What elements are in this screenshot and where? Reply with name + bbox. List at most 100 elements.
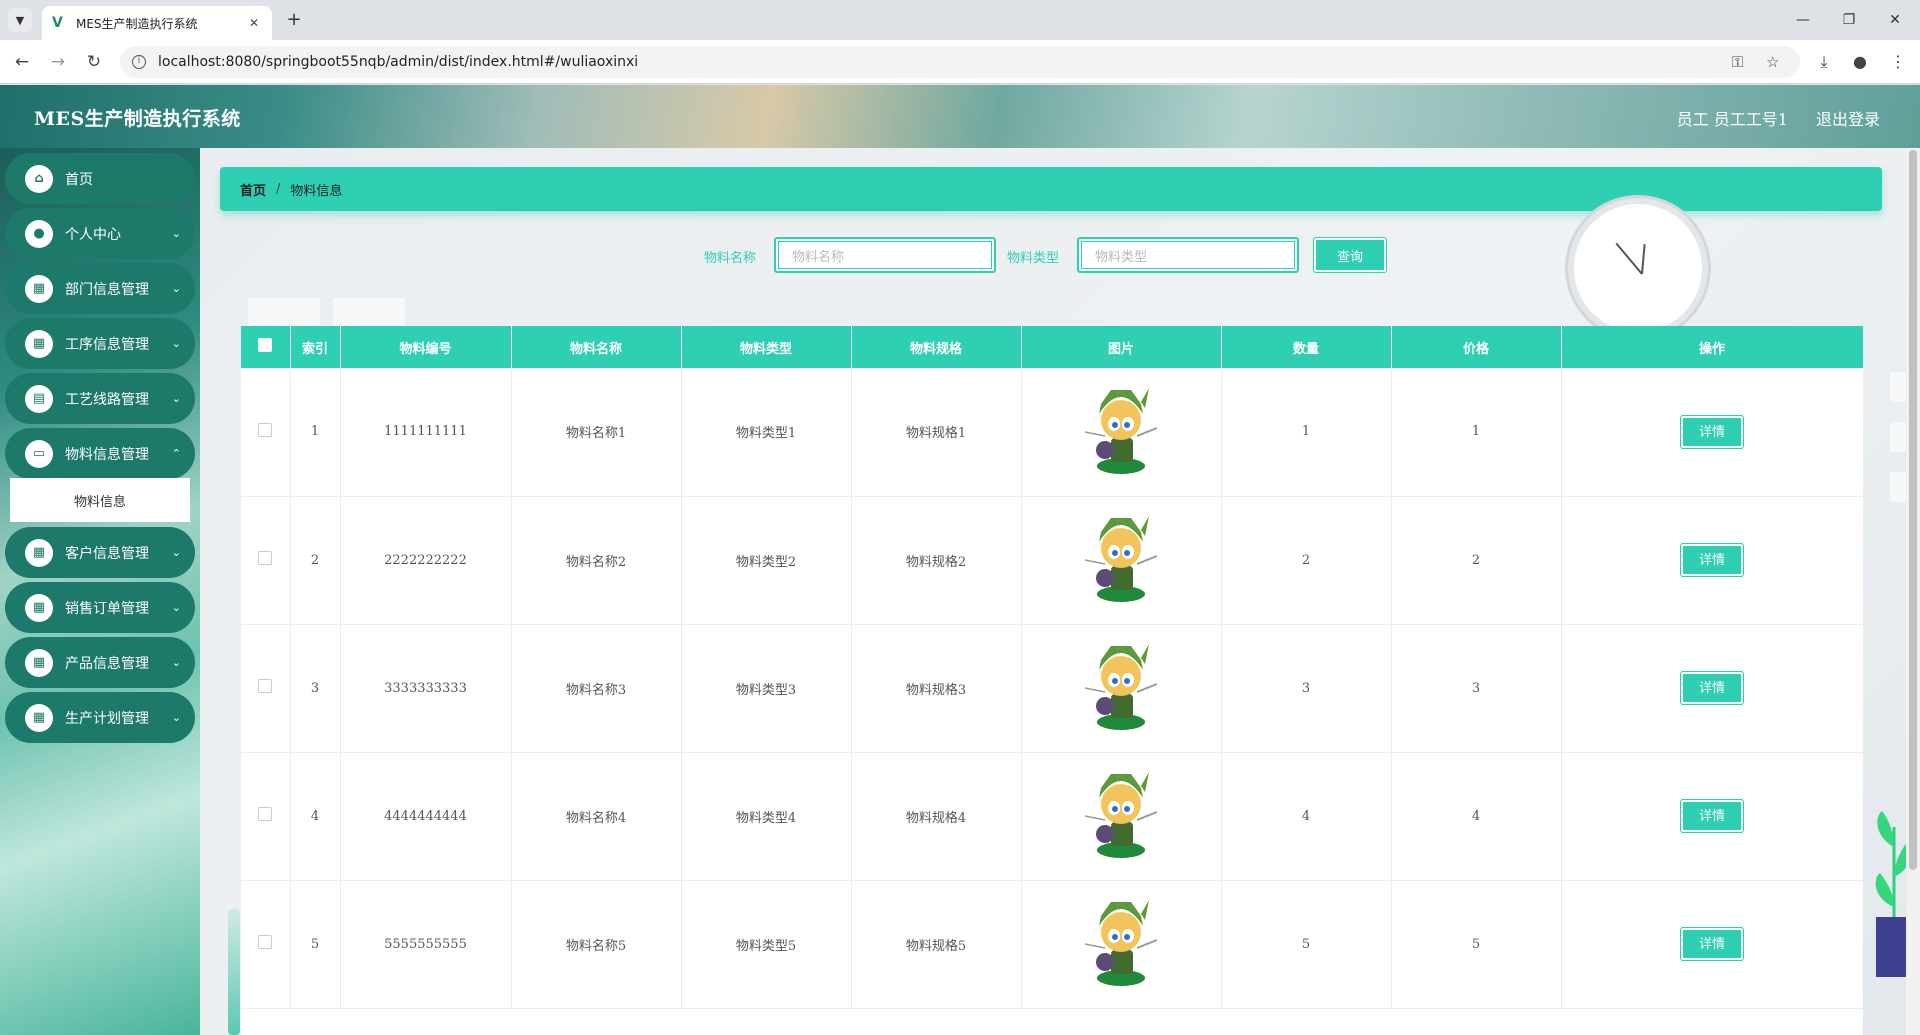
sidebar-item-product[interactable]: ▦ 产品信息管理 ⌄ xyxy=(5,637,195,688)
cell-type: 物料类型4 xyxy=(681,752,852,881)
table-row: 1 1111111111 物料名称1 物料类型1 物料规格1 1 1 详情 xyxy=(241,368,1863,497)
app-title: MES生产制造执行系统 xyxy=(34,108,241,130)
logout-link[interactable]: 退出登录 xyxy=(1816,106,1880,130)
cell-image xyxy=(1021,496,1222,625)
new-tab-button[interactable]: + xyxy=(282,8,306,32)
sidebar-item-material[interactable]: ▭ 物料信息管理 ⌃ xyxy=(5,428,195,479)
query-button[interactable]: 查询 xyxy=(1313,237,1387,273)
chevron-down-icon: ⌄ xyxy=(171,282,181,295)
cell-index: 1 xyxy=(290,368,341,497)
bookmark-star-icon[interactable]: ☆ xyxy=(1766,46,1779,78)
column-header: 物料类型 xyxy=(681,326,852,368)
material-table: 索引 物料编号 物料名称 物料类型 物料规格 图片 数量 价格 操作 1 111… xyxy=(241,326,1863,1035)
tab-title: MES生产制造执行系统 xyxy=(76,16,198,31)
material-type-input[interactable]: 物料类型 xyxy=(1077,237,1299,273)
row-select-cell[interactable] xyxy=(241,880,291,1009)
breadcrumb-home[interactable]: 首页 xyxy=(240,180,266,199)
page-scrollbar[interactable] xyxy=(1906,148,1920,1035)
row-checkbox[interactable] xyxy=(258,422,273,437)
minimize-button[interactable]: — xyxy=(1780,0,1826,40)
row-select-cell[interactable] xyxy=(241,752,291,881)
cell-name: 物料名称1 xyxy=(511,368,682,497)
cell-name: 物料名称3 xyxy=(511,624,682,753)
user-icon: ● xyxy=(25,219,53,248)
sidebar-item-department[interactable]: ▦ 部门信息管理 ⌄ xyxy=(5,263,195,314)
menu-kebab-icon[interactable]: ⋮ xyxy=(1886,50,1910,74)
sidebar-item-label: 客户信息管理 xyxy=(65,545,149,562)
cell-index: 5 xyxy=(290,880,341,1009)
reload-button[interactable]: ↻ xyxy=(82,50,106,74)
close-icon[interactable]: ✕ xyxy=(246,16,262,30)
sidebar-item-process[interactable]: ▦ 工序信息管理 ⌄ xyxy=(5,318,195,369)
browser-tab[interactable]: V MES生产制造执行系统 ✕ xyxy=(42,6,272,40)
forward-button[interactable]: → xyxy=(46,50,70,74)
detail-button[interactable]: 详情 xyxy=(1680,671,1744,705)
cell-actions: 详情 xyxy=(1561,880,1863,1009)
select-all-checkbox[interactable] xyxy=(258,338,273,352)
row-select-cell[interactable] xyxy=(241,624,291,753)
row-checkbox[interactable] xyxy=(258,551,273,565)
detail-button[interactable]: 详情 xyxy=(1680,927,1744,961)
grid-icon: ▦ xyxy=(25,538,53,567)
grid-icon: ▦ xyxy=(25,593,53,622)
row-select-cell[interactable] xyxy=(241,368,291,497)
address-bar[interactable]: i localhost:8080/springboot55nqb/admin/d… xyxy=(120,46,1800,78)
column-header: 图片 xyxy=(1021,326,1222,368)
cell-image xyxy=(1021,624,1222,753)
cell-spec: 物料规格5 xyxy=(851,880,1022,1009)
cell-price: 1 xyxy=(1391,368,1562,497)
sidebar-item-route[interactable]: ▤ 工艺线路管理 ⌄ xyxy=(5,373,195,424)
sidebar-item-customer[interactable]: ▦ 客户信息管理 ⌄ xyxy=(5,527,195,578)
restore-button[interactable]: ❐ xyxy=(1826,0,1872,40)
select-all-header[interactable] xyxy=(241,326,291,368)
sidebar-item-home[interactable]: ⌂ 首页 xyxy=(5,153,195,204)
table-row: 5 5555555555 物料名称5 物料类型5 物料规格5 5 5 详情 xyxy=(241,880,1863,1009)
column-header: 价格 xyxy=(1391,326,1562,368)
submenu-item-material-info[interactable]: 物料信息 xyxy=(10,478,190,522)
cell-quantity: 5 xyxy=(1221,880,1392,1009)
site-info-icon[interactable]: i xyxy=(132,55,146,69)
cell-index: 4 xyxy=(290,752,341,881)
detail-button[interactable]: 详情 xyxy=(1680,799,1744,833)
cell-code: 5555555555 xyxy=(340,880,512,1009)
cell-quantity: 2 xyxy=(1221,496,1392,625)
tab-list-button[interactable]: ▼ xyxy=(8,8,32,32)
cell-spec: 物料规格3 xyxy=(851,624,1022,753)
sidebar-item-label: 部门信息管理 xyxy=(65,281,149,298)
cell-actions: 详情 xyxy=(1561,752,1863,881)
cell-index: 2 xyxy=(290,496,341,625)
row-checkbox[interactable] xyxy=(258,679,273,693)
table-row: 4 4444444444 物料名称4 物料类型4 物料规格4 4 4 详情 xyxy=(241,752,1863,881)
sidebar-item-sales-order[interactable]: ▦ 销售订单管理 ⌄ xyxy=(5,582,195,633)
profile-icon[interactable]: ● xyxy=(1848,50,1872,74)
cell-price: 4 xyxy=(1391,752,1562,881)
detail-button[interactable]: 详情 xyxy=(1680,543,1744,577)
chevron-down-icon: ⌄ xyxy=(171,337,181,350)
cell-quantity: 3 xyxy=(1221,624,1392,753)
row-checkbox[interactable] xyxy=(258,807,273,821)
cell-spec: 物料规格2 xyxy=(851,496,1022,625)
row-select-cell[interactable] xyxy=(241,496,291,625)
browser-toolbar: ← → ↻ i localhost:8080/springboot55nqb/a… xyxy=(0,40,1920,84)
sidebar-item-label: 个人中心 xyxy=(65,226,121,243)
password-key-icon[interactable]: ⚿ xyxy=(1732,46,1743,78)
column-header: 物料编号 xyxy=(340,326,512,368)
cell-actions: 详情 xyxy=(1561,624,1863,753)
row-checkbox[interactable] xyxy=(258,935,273,949)
window-close-button[interactable]: ✕ xyxy=(1872,0,1918,40)
sidebar-item-production-plan[interactable]: ▦ 生产计划管理 ⌄ xyxy=(5,692,195,743)
back-button[interactable]: ← xyxy=(10,50,34,74)
cell-name: 物料名称2 xyxy=(511,496,682,625)
cell-quantity: 4 xyxy=(1221,752,1392,881)
download-icon[interactable]: ⤓ xyxy=(1812,50,1836,74)
sidebar-item-personal-center[interactable]: ● 个人中心 ⌄ xyxy=(5,208,195,259)
search-form: 物料名称 物料名称 物料类型 物料类型 查询 xyxy=(200,237,1920,273)
scrollbar-thumb[interactable] xyxy=(1909,150,1917,870)
cell-image xyxy=(1021,368,1222,497)
breadcrumb-current: 物料信息 xyxy=(290,183,343,199)
detail-button[interactable]: 详情 xyxy=(1680,414,1744,449)
material-image xyxy=(1084,387,1158,474)
cell-image xyxy=(1021,880,1222,1009)
column-header: 操作 xyxy=(1561,326,1863,368)
material-name-input[interactable]: 物料名称 xyxy=(774,237,996,273)
